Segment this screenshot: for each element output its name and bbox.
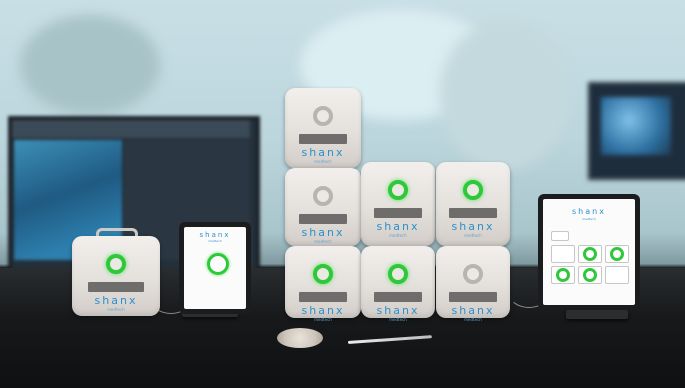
device-brand: shanx [451,304,495,317]
module-top: shanx medtech [285,88,361,168]
tablet-tile-2 [578,245,602,263]
sample-slot [449,292,497,302]
device-brand: shanx [376,220,420,233]
background-monitor-right [588,82,685,180]
device-subbrand: medtech [464,317,482,322]
status-ring-icon [463,180,483,200]
tablet-left-subbrand: medtech [208,239,222,243]
tablet-tile-6 [605,266,629,284]
status-ring-icon [388,180,408,200]
device-brand: shanx [301,146,345,159]
tablet-right: shanx medtech [538,194,640,310]
tablet-right-brand: shanx [572,207,606,216]
device-subbrand: medtech [389,233,407,238]
sample-slot [298,134,348,144]
device-brand: shanx [451,220,495,233]
sample-slot [449,208,497,218]
device-brand: shanx [301,226,345,239]
module-bottom-left: shanx medtech [285,246,361,322]
device-subbrand: medtech [314,239,332,244]
tablet-right-screen: shanx medtech [543,199,635,305]
background-shelf [440,20,570,170]
device-brand: shanx [94,294,138,307]
device-subbrand: medtech [107,307,125,312]
tablet-tile-3 [605,245,629,263]
status-ring-icon [463,264,483,284]
tablet-left-screen: shanx medtech [184,227,246,309]
tablet-right-subbrand: medtech [582,217,596,221]
tablet-left-status-ring-icon [207,253,229,275]
tablet-tile-5 [578,266,602,284]
sample-slot [374,292,422,302]
device-subbrand: medtech [314,317,332,322]
module-middle-center: shanx medtech [361,162,435,246]
sample-slot [298,292,348,302]
status-ring-icon [313,264,333,284]
module-bottom-right: shanx medtech [436,246,510,322]
petri-dish [277,328,323,348]
device-subbrand: medtech [389,317,407,322]
status-ring-icon [388,264,408,284]
status-ring-icon [313,106,333,126]
sample-slot [87,282,145,292]
tablet-left: shanx medtech [179,222,251,314]
tablet-tile-1 [551,245,575,263]
background-wall-panel [20,15,160,115]
tablet-stand-right [566,310,628,319]
status-ring-icon [106,254,126,274]
status-ring-icon [313,186,333,206]
tablet-left-brand: shanx [199,231,231,239]
device-brand: shanx [301,304,345,317]
module-bottom-center: shanx medtech [361,246,435,322]
device-subbrand: medtech [314,159,332,164]
device-subbrand: medtech [464,233,482,238]
device-brand: shanx [376,304,420,317]
tablet-tile-4 [551,266,575,284]
product-photo-scene: shanx medtech shanx medtech shanx medtec… [0,0,685,388]
tablet-tile-header [551,231,569,241]
portable-device: shanx medtech [72,236,160,316]
sample-slot [298,214,348,224]
module-middle-left: shanx medtech [285,168,361,246]
sample-slot [374,208,422,218]
module-middle-right: shanx medtech [436,162,510,246]
